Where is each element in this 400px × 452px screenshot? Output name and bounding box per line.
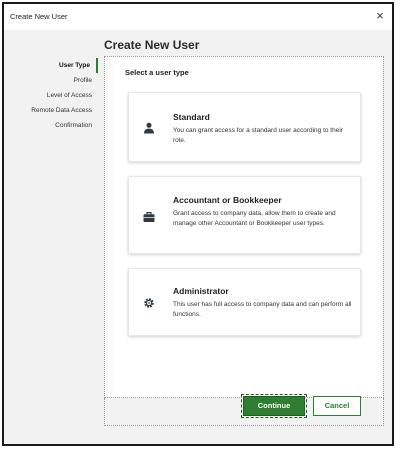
card-title: Administrator — [173, 286, 229, 296]
card-description: You can grant access for a standard user… — [173, 127, 343, 144]
briefcase-icon — [143, 212, 155, 222]
close-button[interactable]: × — [373, 9, 387, 23]
dialog-window: Create New User × Create New User User T… — [2, 2, 394, 446]
page-title: Create New User — [104, 38, 200, 52]
continue-button[interactable]: Continue — [241, 394, 307, 418]
user-type-card-administrator[interactable]: Administrator This user has full access … — [128, 268, 361, 336]
card-title: Accountant or Bookkeeper — [173, 195, 282, 205]
step-remote-data-access[interactable]: Remote Data Access — [4, 103, 98, 118]
step-confirmation[interactable]: Confirmation — [4, 118, 98, 133]
card-description: This user has full access to company dat… — [173, 301, 352, 318]
card-title: Standard — [173, 112, 210, 122]
content-area: Select a user type Standard You can gran… — [113, 58, 381, 396]
step-user-type[interactable]: User Type — [4, 58, 98, 73]
dialog-body: Create New User User Type Profile Level … — [4, 30, 392, 444]
section-title: Select a user type — [125, 68, 189, 77]
window-title: Create New User — [10, 12, 68, 21]
step-level-of-access[interactable]: Level of Access — [4, 88, 98, 103]
user-type-card-accountant[interactable]: Accountant or Bookkeeper Grant access to… — [128, 176, 361, 254]
gear-icon — [144, 298, 154, 308]
card-description: Grant access to company data, allow them… — [173, 210, 336, 227]
wizard-steps: User Type Profile Level of Access Remote… — [4, 58, 98, 133]
person-icon — [144, 122, 154, 134]
cancel-button[interactable]: Cancel — [313, 396, 361, 416]
content-panel: Select a user type Standard You can gran… — [104, 56, 384, 398]
user-type-card-standard[interactable]: Standard You can grant access for a stan… — [128, 92, 361, 162]
step-profile[interactable]: Profile — [4, 73, 98, 88]
title-bar: Create New User × — [4, 4, 392, 30]
